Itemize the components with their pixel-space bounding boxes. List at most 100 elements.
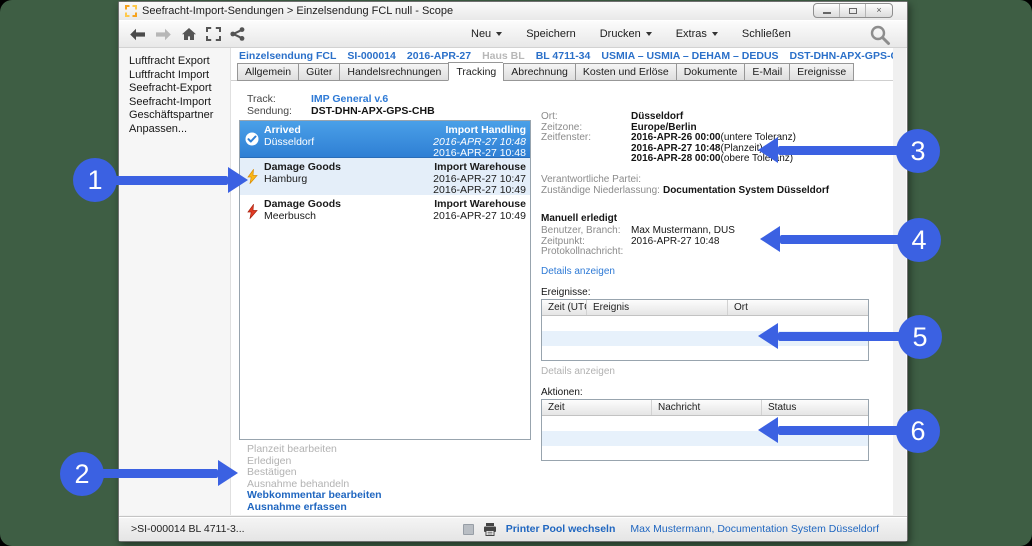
sidebar-item-luftfracht-export[interactable]: Luftfracht Export — [129, 55, 230, 69]
tracking-row-damage-hamburg[interactable]: Damage Goods Hamburg Import Warehouse 20… — [240, 158, 530, 196]
details-anzeigen-link-disabled: Details anzeigen — [541, 366, 615, 377]
detail-label: Zuständige Niederlassung: — [541, 185, 660, 196]
event-status: Damage Goods — [264, 161, 342, 173]
annotation-arrowhead-4 — [760, 226, 780, 252]
column-header-status[interactable]: Status — [762, 400, 868, 415]
breadcrumb-item[interactable]: BL 4711-34 — [536, 50, 591, 63]
tracking-event-list: Arrived Düsseldorf Import Handling 2016-… — [239, 120, 531, 440]
annotation-circle-5: 5 — [898, 315, 942, 359]
breadcrumb: Einzelsendung FCL SI-000014 2016-APR-27 … — [239, 50, 893, 63]
maximize-icon — [848, 7, 857, 14]
action-webkommentar-bearbeiten[interactable]: Webkommentar bearbeiten — [247, 489, 382, 502]
detail-label: Protokollnachricht: — [541, 246, 624, 257]
status-bar: >SI-000014 BL 4711-3... Printer Pool wec… — [119, 516, 907, 541]
tab-kosten-und-erloese[interactable]: Kosten und Erlöse — [574, 63, 676, 81]
event-handler: Import Handling — [445, 124, 527, 136]
annotation-circle-6: 6 — [896, 409, 940, 453]
actions-table-header: Zeit Nachricht Status — [542, 400, 868, 416]
tracking-row-damage-meerbusch[interactable]: Damage Goods Meerbusch Import Warehouse … — [240, 195, 530, 227]
main-area: Luftfracht Export Luftfracht Import Seef… — [119, 48, 907, 515]
action-ausnahme-erfassen[interactable]: Ausnahme erfassen — [247, 501, 382, 514]
tab-gueter[interactable]: Güter — [298, 63, 340, 81]
menu-speichern[interactable]: Speichern — [526, 28, 576, 40]
search-icon[interactable] — [869, 24, 891, 51]
annotation-circle-4: 4 — [897, 218, 941, 262]
event-location: Düsseldorf — [264, 135, 315, 148]
desktop-background: Seefracht-Import-Sendungen > Einzelsendu… — [0, 0, 1032, 546]
breadcrumb-item[interactable]: USMIA – USMIA – DEHAM – DEDUS — [601, 50, 778, 63]
logged-in-user-info: Max Mustermann, Documentation System Düs… — [630, 523, 879, 535]
close-button[interactable]: × — [866, 4, 892, 17]
detail-label — [541, 154, 631, 165]
details-anzeigen-link[interactable]: Details anzeigen — [541, 266, 615, 278]
menu-drucken-label: Drucken — [599, 28, 641, 40]
events-section-label: Ereignisse: — [541, 287, 591, 298]
column-header-nachricht[interactable]: Nachricht — [652, 400, 762, 415]
detail-label — [541, 144, 631, 155]
tab-allgemein[interactable]: Allgemein — [237, 63, 299, 81]
column-header-ort[interactable]: Ort — [728, 300, 868, 315]
menu-speichern-label: Speichern — [526, 28, 576, 40]
window-controls: × — [813, 3, 893, 18]
column-header-zeit[interactable]: Zeit — [542, 400, 652, 415]
detail-value: 2016-APR-27 10:48 — [631, 235, 720, 247]
maximize-button[interactable] — [840, 4, 866, 17]
annotation-arrowhead-3 — [758, 137, 778, 163]
tab-handelsrechnungen[interactable]: Handelsrechnungen — [339, 63, 449, 81]
breadcrumb-item[interactable]: SI-000014 — [347, 50, 395, 63]
toolbar: Neu Speichern Drucken Extras Schließen — [119, 20, 907, 48]
home-icon[interactable] — [181, 27, 197, 41]
forward-icon[interactable] — [155, 28, 172, 41]
back-icon[interactable] — [129, 28, 146, 41]
menu-extras[interactable]: Extras — [676, 28, 718, 40]
tracking-row-arrived-duesseldorf[interactable]: Arrived Düsseldorf Import Handling 2016-… — [240, 121, 530, 159]
action-bestaetigen: Bestätigen — [247, 466, 297, 478]
breadcrumb-item[interactable]: Einzelsendung FCL — [239, 50, 336, 63]
share-icon[interactable] — [230, 27, 245, 41]
menu-neu[interactable]: Neu — [471, 28, 503, 40]
tab-ereignisse[interactable]: Ereignisse — [789, 63, 855, 81]
detail-value: Max Mustermann, DUS — [631, 225, 735, 236]
events-table: Zeit (UTC) Ereignis Ort — [541, 299, 869, 361]
dropdown-caret-icon — [645, 32, 652, 36]
tab-dokumente[interactable]: Dokumente — [675, 63, 745, 81]
detail-label: Benutzer, Branch: — [541, 225, 621, 236]
detail-value — [631, 247, 709, 258]
tab-tracking[interactable]: Tracking — [448, 62, 504, 81]
events-table-header: Zeit (UTC) Ereignis Ort — [542, 300, 868, 316]
tracking-action-links: Planzeit bearbeiten Erledigen Bestätigen… — [247, 443, 382, 514]
menu-drucken[interactable]: Drucken — [600, 28, 652, 40]
shipment-value: DST-DHN-APX-GPS-CHB — [311, 105, 435, 117]
menu-schliessen-label: Schließen — [741, 28, 791, 40]
sidebar-item-seefracht-export[interactable]: Seefracht-Export — [129, 82, 230, 96]
annotation-arrowhead-1 — [228, 167, 248, 193]
detail-value: 2016-APR-26 00:00 — [631, 132, 721, 143]
sidebar-item-seefracht-import[interactable]: Seefracht-Import — [129, 96, 230, 110]
annotation-circle-1: 1 — [73, 158, 117, 202]
sidebar-item-luftfracht-import[interactable]: Luftfracht Import — [129, 69, 230, 83]
lightning-red-icon — [240, 195, 264, 227]
minimize-button[interactable] — [814, 4, 840, 17]
tab-email[interactable]: E-Mail — [744, 63, 790, 81]
column-header-zeit-utc[interactable]: Zeit (UTC) — [542, 300, 587, 315]
printer-pool-link[interactable]: Printer Pool wechseln — [506, 523, 616, 535]
action-planzeit-bearbeiten: Planzeit bearbeiten — [247, 443, 337, 455]
detail-label: Zeitfenster: — [541, 132, 592, 143]
detail-value: Düsseldorf — [631, 111, 684, 122]
menu-schliessen[interactable]: Schließen — [742, 28, 791, 40]
menu-extras-label: Extras — [675, 28, 707, 40]
sidebar-item-anpassen[interactable]: Anpassen... — [129, 123, 230, 137]
fullscreen-icon[interactable] — [206, 27, 221, 41]
column-header-ereignis[interactable]: Ereignis — [587, 300, 728, 315]
printer-icon[interactable] — [483, 522, 497, 536]
module-sidebar: Luftfracht Export Luftfracht Import Seef… — [119, 48, 231, 515]
close-icon: × — [876, 5, 882, 15]
actions-section-label: Aktionen: — [541, 387, 583, 398]
tab-abrechnung[interactable]: Abrechnung — [503, 63, 575, 81]
detail-value: 2016-APR-28 00:00 — [631, 153, 721, 164]
breadcrumb-item[interactable]: DST-DHN-APX-GPS-CHB — [790, 50, 893, 63]
sidebar-item-geschaeftspartner[interactable]: Geschäftspartner — [129, 109, 230, 123]
track-value-link[interactable]: IMP General v.6 — [311, 93, 388, 105]
annotation-arrowhead-6 — [758, 417, 778, 443]
detail-value: Documentation System Düsseldorf — [662, 185, 830, 196]
